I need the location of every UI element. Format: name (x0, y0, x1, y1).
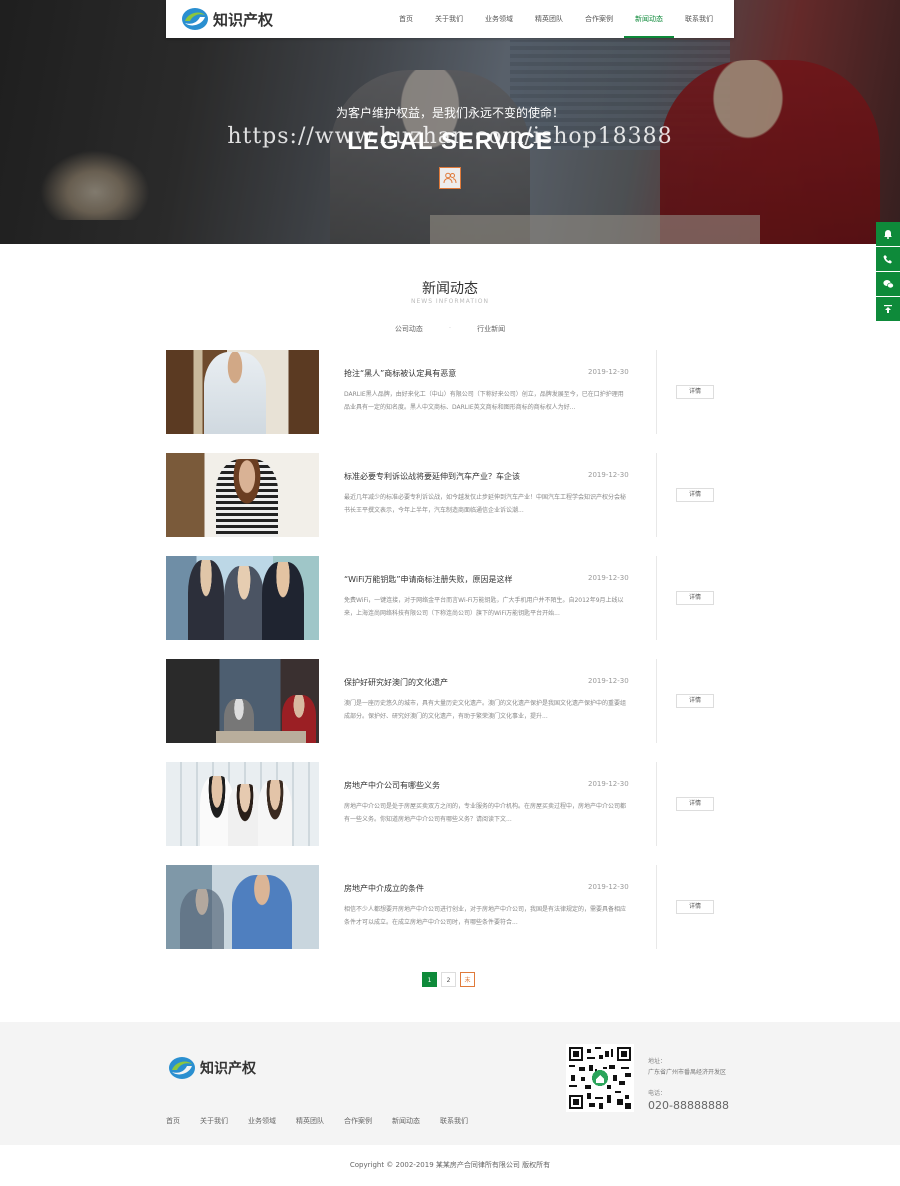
nav-team[interactable]: 精英团队 (524, 0, 574, 38)
site-header: 知识产权 首页 关于我们 业务领域 精英团队 合作案例 新闻动态 联系我们 (166, 0, 734, 38)
footer-nav-about[interactable]: 关于我们 (200, 1116, 228, 1126)
news-thumbnail[interactable] (166, 350, 319, 434)
news-desc: DARLIE黑人品牌，由好来化工（中山）有限公司（下称好来公司）创立，品牌发展至… (344, 391, 624, 411)
news-desc: 澳门是一座历史悠久的城市，具有大量历史文化遗产。澳门的文化遗产保护是我国文化遗产… (344, 700, 627, 720)
footer-nav-contact[interactable]: 联系我们 (440, 1116, 468, 1126)
hero-title: LEGAL SERVICE (347, 128, 553, 155)
nav-news[interactable]: 新闻动态 (624, 0, 674, 38)
list-item[interactable]: “WiFi万能钥匙”申请商标注册失败，原因是这样 2019-12-30 免费Wi… (166, 556, 734, 642)
footer-nav-team[interactable]: 精英团队 (296, 1116, 324, 1126)
news-date: 2019-12-30 (588, 574, 629, 582)
news-desc: 免费WiFi，一键连接，对于网络金平台而言Wi-Fi万能钥匙，广大手机用户并不陌… (344, 597, 624, 617)
nav-business[interactable]: 业务领域 (474, 0, 524, 38)
tab-industry-news[interactable]: 行业新闻 (477, 324, 505, 334)
copyright: Copyright © 2002-2019 某某房产合同律所有限公司 版权所有 (349, 1161, 551, 1169)
news-date: 2019-12-30 (588, 883, 629, 891)
page-1-button[interactable]: 1 (422, 972, 437, 987)
phone-value: 020-88888888 (648, 1099, 729, 1112)
news-title[interactable]: 房地产中介成立的条件 (344, 883, 424, 894)
section-title: 新闻动态 (422, 281, 478, 297)
news-tabs: 公司动态 · 行业新闻 (394, 324, 506, 334)
detail-button[interactable]: 详情 (676, 900, 714, 914)
detail-button[interactable]: 详情 (676, 385, 714, 399)
site-footer: 知识产权 首页 关于我们 业务领域 精英团队 合作案例 新闻动态 联系我们 地址… (0, 1022, 900, 1145)
detail-button[interactable]: 详情 (676, 797, 714, 811)
side-toolbar (876, 222, 900, 322)
bell-icon[interactable] (876, 222, 900, 246)
footer-nav-cases[interactable]: 合作案例 (344, 1116, 372, 1126)
address-label: 地址： (648, 1058, 667, 1065)
nav-home[interactable]: 首页 (388, 0, 424, 38)
pagination: 1 2 末 (422, 972, 475, 987)
footer-contact: 地址： 广东省广州市番禺经济开发区 电话： 020-88888888 (648, 1056, 729, 1112)
nav-contact[interactable]: 联系我们 (674, 0, 724, 38)
news-thumbnail[interactable] (166, 556, 319, 640)
list-item[interactable]: 抢注“黑人”商标被认定具有恶意 2019-12-30 DARLIE黑人品牌，由好… (166, 350, 734, 436)
detail-button[interactable]: 详情 (676, 694, 714, 708)
logo-icon (168, 1056, 196, 1080)
news-thumbnail[interactable] (166, 762, 319, 846)
news-title[interactable]: 抢注“黑人”商标被认定具有恶意 (344, 368, 456, 379)
news-desc: 房地产中介公司是处于房屋买卖双方之间的，专业服务的中介机构。在房屋买卖过程中，房… (344, 803, 627, 823)
main-nav: 首页 关于我们 业务领域 精英团队 合作案例 新闻动态 联系我们 (388, 0, 724, 38)
detail-button[interactable]: 详情 (676, 488, 714, 502)
detail-button[interactable]: 详情 (676, 591, 714, 605)
nav-cases[interactable]: 合作案例 (574, 0, 624, 38)
address-value: 广东省广州市番禺经济开发区 (648, 1069, 727, 1076)
last-page-button[interactable]: 末 (460, 972, 475, 987)
page-2-button[interactable]: 2 (441, 972, 456, 987)
news-date: 2019-12-30 (588, 368, 629, 376)
news-title[interactable]: 保护好研究好澳门的文化遗产 (344, 677, 448, 688)
people-icon (439, 167, 461, 189)
qr-code-icon (566, 1044, 634, 1112)
footer-nav-business[interactable]: 业务领域 (248, 1116, 276, 1126)
news-title[interactable]: “WiFi万能钥匙”申请商标注册失败，原因是这样 (344, 574, 513, 585)
news-thumbnail[interactable] (166, 659, 319, 743)
news-title[interactable]: 房地产中介公司有哪些义务 (344, 780, 440, 791)
hero-slogan: 为客户维护权益，是我们永远不变的使命！ (335, 106, 564, 120)
footer-nav-home[interactable]: 首页 (166, 1116, 180, 1126)
phone-label: 电话： (648, 1090, 667, 1097)
footer-nav: 首页 关于我们 业务领域 精英团队 合作案例 新闻动态 联系我们 (166, 1116, 468, 1126)
list-item[interactable]: 标准必要专利诉讼战将要延伸到汽车产业？车企该 2019-12-30 最近几年减少… (166, 453, 734, 539)
footer-nav-news[interactable]: 新闻动态 (392, 1116, 420, 1126)
news-desc: 相信不少人都想要开房地产中介公司进行创业，对于房地产中介公司，我国是有法律规定的… (344, 906, 627, 926)
news-desc: 最近几年减少的标准必要专利诉讼战，如今越发仅止步延伸到汽车产业！中国汽车工程学会… (344, 494, 627, 514)
list-item[interactable]: 房地产中介公司有哪些义务 2019-12-30 房地产中介公司是处于房屋买卖双方… (166, 762, 734, 848)
news-thumbnail[interactable] (166, 453, 319, 537)
news-date: 2019-12-30 (588, 780, 629, 788)
nav-about[interactable]: 关于我们 (424, 0, 474, 38)
news-date: 2019-12-30 (588, 677, 629, 685)
news-thumbnail[interactable] (166, 865, 319, 949)
list-item[interactable]: 房地产中介成立的条件 2019-12-30 相信不少人都想要开房地产中介公司进行… (166, 865, 734, 951)
logo-icon (181, 7, 209, 31)
list-item[interactable]: 保护好研究好澳门的文化遗产 2019-12-30 澳门是一座历史悠久的城市，具有… (166, 659, 734, 745)
logo-text: 知识产权 (213, 10, 274, 29)
logo[interactable]: 知识产权 (181, 7, 273, 31)
tab-company-news[interactable]: 公司动态 (395, 324, 423, 334)
news-title[interactable]: 标准必要专利诉讼战将要延伸到汽车产业？车企该 (344, 471, 520, 482)
footer-logo[interactable]: 知识产权 (168, 1056, 256, 1080)
phone-icon[interactable] (876, 247, 900, 271)
news-date: 2019-12-30 (588, 471, 629, 479)
footer-logo-text: 知识产权 (200, 1061, 256, 1077)
section-subtitle: NEWS INFORMATION (411, 298, 489, 305)
